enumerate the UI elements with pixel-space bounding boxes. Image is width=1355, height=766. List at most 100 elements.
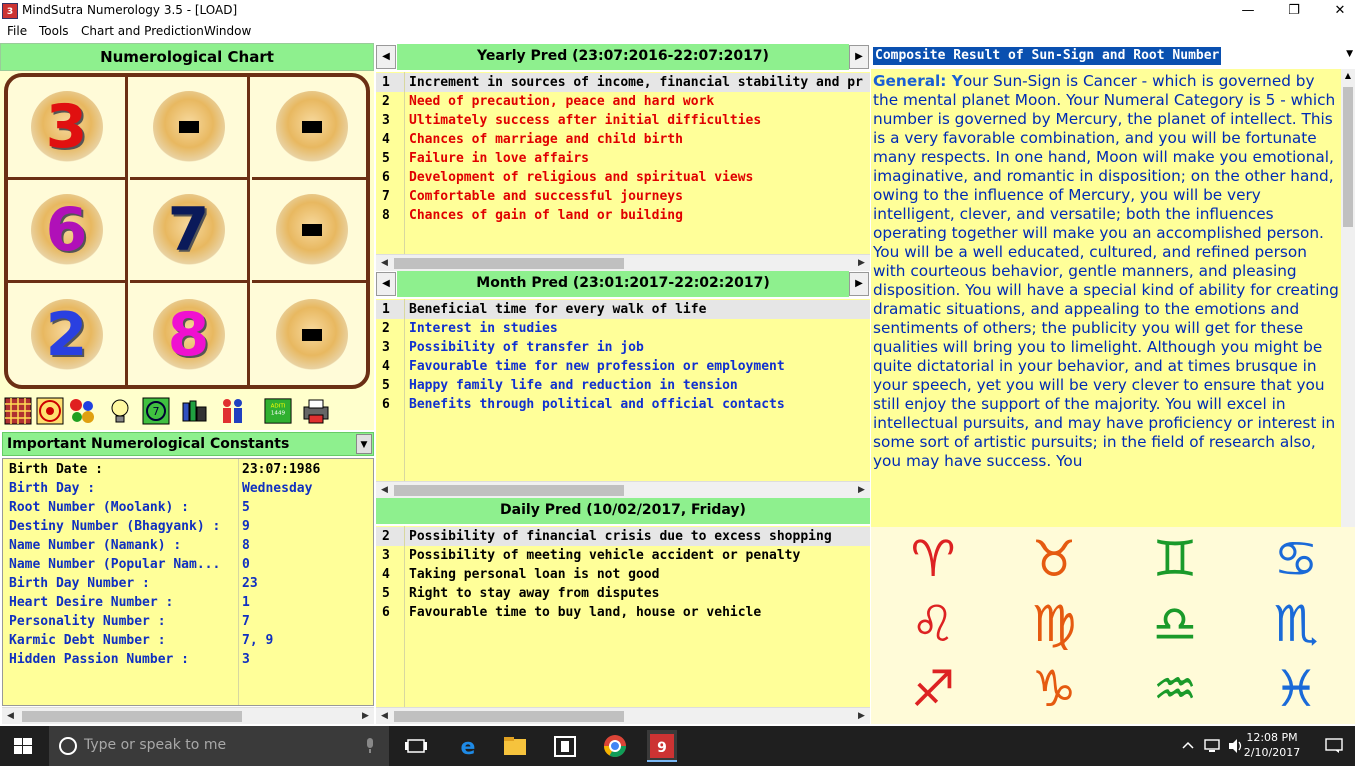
task-view-icon[interactable]	[402, 732, 430, 760]
leo-icon[interactable]: ♌	[875, 594, 991, 654]
scroll-left-icon[interactable]: ◀	[376, 482, 393, 499]
circles-icon[interactable]	[68, 397, 96, 425]
scroll-right-icon[interactable]: ▶	[853, 708, 870, 725]
edge-icon[interactable]: e	[454, 732, 482, 760]
scroll-thumb[interactable]	[394, 711, 624, 722]
constant-row[interactable]: Personality Number : 7	[3, 612, 373, 631]
maximize-button[interactable]: ❐	[1271, 0, 1317, 22]
books-icon[interactable]	[180, 397, 208, 425]
system-clock[interactable]: 12:08 PM 2/10/2017	[1232, 730, 1312, 760]
monthly-prev-button[interactable]: ◀	[376, 272, 396, 296]
constant-row[interactable]: Karmic Debt Number : 7, 9	[3, 631, 373, 650]
monthly-scrollbar[interactable]: ◀ ▶	[376, 481, 870, 498]
prediction-row[interactable]: 8 Chances of gain of land or building	[376, 206, 870, 225]
windows-start-icon[interactable]	[14, 738, 32, 754]
scroll-right-icon[interactable]: ▶	[357, 708, 374, 725]
constant-row[interactable]: Heart Desire Number : 1	[3, 593, 373, 612]
scroll-left-icon[interactable]: ◀	[2, 708, 19, 725]
gemini-icon[interactable]: ♊	[1117, 529, 1233, 589]
menu-chart-and-prediction[interactable]: Chart and Prediction	[81, 24, 204, 38]
aquarius-icon[interactable]: ♒	[1117, 659, 1233, 719]
prediction-row[interactable]: 5 Failure in love affairs	[376, 149, 870, 168]
composite-header[interactable]: Composite Result of Sun-Sign and Root Nu…	[871, 45, 1355, 67]
yearly-scrollbar[interactable]: ◀ ▶	[376, 254, 870, 271]
prediction-row[interactable]: 2 Possibility of financial crisis due to …	[376, 527, 870, 546]
notification-icon[interactable]	[1325, 738, 1343, 754]
cancer-icon[interactable]: ♋	[1238, 529, 1354, 589]
constant-row[interactable]: Name Number (Popular Nam... 0	[3, 555, 373, 574]
search-box[interactable]: Type or speak to me	[49, 726, 389, 766]
people-icon[interactable]	[218, 397, 246, 425]
prediction-row[interactable]: 6 Benefits through political and official…	[376, 395, 870, 414]
microphone-icon[interactable]	[365, 738, 375, 754]
constants-scrollbar[interactable]: ◀ ▶	[2, 707, 374, 724]
scroll-thumb[interactable]	[22, 711, 242, 722]
prediction-row[interactable]: 1 Increment in sources of income, financi…	[376, 73, 870, 92]
chevron-up-icon[interactable]	[1182, 740, 1194, 750]
monthly-next-button[interactable]: ▶	[849, 272, 869, 296]
minimize-button[interactable]: —	[1225, 0, 1271, 22]
scroll-thumb[interactable]	[394, 485, 624, 496]
grid-icon[interactable]	[4, 397, 32, 425]
menu-window[interactable]: Window	[204, 24, 251, 38]
virgo-icon[interactable]: ♍	[996, 594, 1112, 654]
prediction-row[interactable]: 6 Favourable time to buy land, house or v…	[376, 603, 870, 622]
constant-row[interactable]: Birth Day Number : 23	[3, 574, 373, 593]
libra-icon[interactable]: ♎	[1117, 594, 1233, 654]
scroll-thumb[interactable]	[394, 258, 624, 269]
constant-row[interactable]: Name Number (Namank) : 8	[3, 536, 373, 555]
yearly-prev-button[interactable]: ◀	[376, 45, 396, 69]
chrome-icon[interactable]	[601, 732, 629, 760]
file-explorer-icon[interactable]	[501, 732, 529, 760]
scroll-thumb[interactable]	[1343, 87, 1353, 227]
constant-row[interactable]: Birth Date : 23:07:1986	[3, 460, 373, 479]
aditi-icon[interactable]: ADITI 1449	[264, 397, 292, 425]
composite-scrollbar[interactable]: ▲	[1341, 69, 1355, 527]
constant-row[interactable]: Birth Day : Wednesday	[3, 479, 373, 498]
prediction-row[interactable]: 1 Beneficial time for every walk of life	[376, 300, 870, 319]
scroll-left-icon[interactable]: ◀	[376, 255, 393, 272]
prediction-row[interactable]: 4 Chances of marriage and child birth	[376, 130, 870, 149]
prediction-row[interactable]: 5 Right to stay away from disputes	[376, 584, 870, 603]
printer-icon[interactable]	[302, 397, 330, 425]
prediction-row[interactable]: 4 Favourable time for new profession or e…	[376, 357, 870, 376]
prediction-number: 3	[382, 548, 390, 563]
constants-dropdown-button[interactable]: ▼	[356, 434, 372, 454]
close-button[interactable]: ✕	[1317, 0, 1355, 22]
target-icon[interactable]	[36, 397, 64, 425]
number-circle-icon[interactable]: 7	[142, 397, 170, 425]
prediction-row[interactable]: 4 Taking personal loan is not good	[376, 565, 870, 584]
store-icon[interactable]	[551, 732, 579, 760]
mindsutra-taskbar-icon[interactable]: 9	[647, 730, 677, 762]
menu-file[interactable]: File	[7, 24, 27, 38]
sagittarius-icon[interactable]: ♐	[875, 659, 991, 719]
aries-icon[interactable]: ♈	[875, 529, 991, 589]
scroll-right-icon[interactable]: ▶	[853, 255, 870, 272]
scroll-left-icon[interactable]: ◀	[376, 708, 393, 725]
constant-row[interactable]: Destiny Number (Bhagyank) : 9	[3, 517, 373, 536]
yearly-next-button[interactable]: ▶	[849, 45, 869, 69]
daily-scrollbar[interactable]: ◀ ▶	[376, 707, 870, 724]
bulb-icon[interactable]	[106, 397, 134, 425]
scroll-up-icon[interactable]: ▲	[1341, 69, 1355, 83]
scroll-right-icon[interactable]: ▶	[853, 482, 870, 499]
constant-row[interactable]: Hidden Passion Number : 3	[3, 650, 373, 669]
app-icon[interactable]: 3	[2, 3, 18, 19]
pisces-icon[interactable]: ♓	[1238, 659, 1354, 719]
prediction-row[interactable]: 6 Development of religious and spiritual …	[376, 168, 870, 187]
prediction-row[interactable]: 3 Possibility of transfer in job	[376, 338, 870, 357]
chevron-down-icon[interactable]: ▼	[1346, 49, 1353, 59]
prediction-row[interactable]: 2 Interest in studies	[376, 319, 870, 338]
prediction-row[interactable]: 3 Ultimately success after initial diffic…	[376, 111, 870, 130]
prediction-row[interactable]: 2 Need of precaution, peace and hard work	[376, 92, 870, 111]
taurus-icon[interactable]: ♉	[996, 529, 1112, 589]
network-icon[interactable]	[1203, 738, 1221, 754]
constant-row[interactable]: Root Number (Moolank) : 5	[3, 498, 373, 517]
prediction-row[interactable]: 3 Possibility of meeting vehicle accident…	[376, 546, 870, 565]
capricorn-icon[interactable]: ♑	[996, 659, 1112, 719]
prediction-number: 4	[382, 359, 390, 374]
menu-tools[interactable]: Tools	[39, 24, 69, 38]
prediction-row[interactable]: 7 Comfortable and successful journeys	[376, 187, 870, 206]
scorpio-icon[interactable]: ♏	[1238, 594, 1354, 654]
prediction-row[interactable]: 5 Happy family life and reduction in tens…	[376, 376, 870, 395]
